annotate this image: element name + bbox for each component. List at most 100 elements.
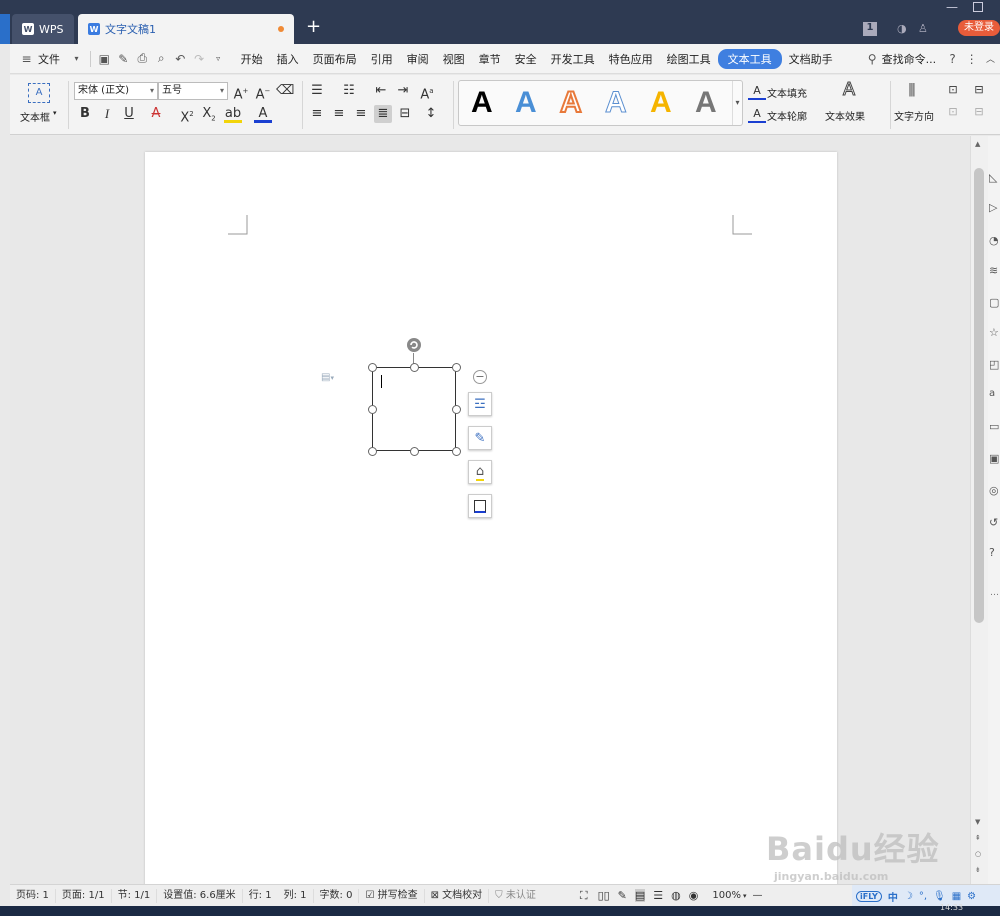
style-gray-gradient[interactable]: A <box>695 87 717 119</box>
sidebar-icon-2[interactable]: ▷ <box>989 201 997 214</box>
tab-document[interactable]: W 文字文稿1 <box>78 14 294 44</box>
align-center-icon[interactable]: ≡ <box>330 105 348 123</box>
microphone-icon[interactable]: 🎙 <box>933 891 946 902</box>
text-outline-button[interactable]: 文本轮廓 <box>767 108 807 123</box>
text-fill-button[interactable]: 文本填充 <box>767 85 807 100</box>
image-icon[interactable]: ▣ <box>989 452 999 465</box>
vertical-scrollbar[interactable]: ▲ ▼ ⇞ ○ ⇟ <box>970 136 988 884</box>
menu-item-references[interactable]: 引用 <box>364 51 400 67</box>
sidebar-icon-11[interactable]: ◎ <box>989 484 999 497</box>
sidebar-icon-5[interactable]: ▢ <box>989 296 999 309</box>
resize-handle-sw[interactable] <box>368 447 377 456</box>
shape-style-button[interactable]: ✎ <box>468 426 492 450</box>
text-effect-icon[interactable]: A <box>840 80 858 99</box>
hamburger-icon[interactable]: ≡ <box>20 52 33 66</box>
sidebar-icon-7[interactable]: ◰ <box>989 358 999 371</box>
text-fill-icon[interactable]: A <box>748 82 766 100</box>
menu-item-start[interactable]: 开始 <box>234 51 270 67</box>
print-preview-icon[interactable]: ⌕ <box>155 51 168 66</box>
next-page-icon[interactable]: ⇟ <box>975 866 981 874</box>
textbox-button[interactable]: 文本框 <box>20 109 50 124</box>
align-left-icon[interactable]: ≡ <box>308 105 326 123</box>
undo-icon[interactable]: ↶ <box>174 52 187 66</box>
shrink-font-icon[interactable]: A− <box>254 82 272 102</box>
page-indicator[interactable]: 1 <box>863 22 877 36</box>
strikethrough-icon[interactable]: A <box>147 105 165 123</box>
font-size-select[interactable]: 五号 ▾ <box>158 82 228 100</box>
highlight-icon[interactable]: ab <box>224 105 242 123</box>
sidebar-icon-4[interactable]: ≋ <box>989 264 998 277</box>
text-direction-icon[interactable]: ⫼ <box>903 81 921 99</box>
search-icon[interactable]: ⚲ <box>866 52 879 66</box>
more-icon[interactable]: ⋮ <box>965 52 978 66</box>
resize-handle-e[interactable] <box>452 405 461 414</box>
line-spacing-icon[interactable]: ↕ <box>422 105 440 123</box>
scroll-thumb[interactable] <box>974 168 984 623</box>
certification-status[interactable]: ⛉ 未认证 <box>489 889 542 903</box>
italic-icon[interactable]: I <box>98 105 116 123</box>
menu-item-insert[interactable]: 插入 <box>270 51 306 67</box>
menu-item-special[interactable]: 特色应用 <box>602 51 660 67</box>
quick-access-more-icon[interactable]: ▿ <box>212 52 225 66</box>
ime-chinese-mode[interactable]: 中 <box>888 889 898 904</box>
prev-page-icon[interactable]: ⇞ <box>975 834 981 842</box>
page-view-icon[interactable]: ▤ <box>634 889 646 902</box>
text-effect-button[interactable]: 文本效果 <box>825 108 865 123</box>
justify-icon[interactable]: ≣ <box>374 105 392 123</box>
zoom-dropdown-icon[interactable]: ▾ <box>743 892 747 900</box>
style-blue[interactable]: A <box>515 87 537 119</box>
login-button[interactable]: 未登录 <box>958 20 1000 36</box>
resize-handle-se[interactable] <box>452 447 461 456</box>
save-icon[interactable]: ▣ <box>98 52 111 66</box>
style-gold[interactable]: A <box>650 87 672 119</box>
rotate-handle-icon[interactable] <box>406 337 422 353</box>
menu-item-doc-assistant[interactable]: 文档助手 <box>782 51 840 67</box>
outline-button[interactable] <box>468 494 492 518</box>
skin-icon[interactable]: ◑ <box>897 22 907 36</box>
keyboard-icon[interactable]: ▦ <box>952 891 961 902</box>
web-view-icon[interactable]: ◍ <box>671 889 681 902</box>
align-top-icon[interactable]: ⊡ <box>944 81 962 99</box>
document-page[interactable]: ▤▾ − ☲ ✎ ⌂ <box>145 152 837 892</box>
align-bottom-icon[interactable]: ⊟ <box>970 81 988 99</box>
clear-format-icon[interactable]: ⌫ <box>276 82 294 100</box>
align-fit-icon[interactable]: ⊟ <box>970 103 988 121</box>
read-mode-icon[interactable]: ▯▯ <box>598 889 610 902</box>
collapse-ribbon-icon[interactable]: ︿ <box>984 52 997 66</box>
text-box[interactable] <box>372 367 456 451</box>
resize-handle-n[interactable] <box>410 363 419 372</box>
distributed-icon[interactable]: ⊟ <box>396 105 414 123</box>
help-circle-icon[interactable]: ? <box>989 546 995 559</box>
punctuation-icon[interactable]: °, <box>919 891 927 902</box>
style-blue-outline[interactable]: A <box>605 86 628 119</box>
resize-handle-s[interactable] <box>410 447 419 456</box>
chevron-down-icon[interactable]: ▾ <box>53 109 57 117</box>
resize-handle-nw[interactable] <box>368 363 377 372</box>
superscript-icon[interactable]: X2 <box>178 105 196 125</box>
numbered-list-icon[interactable]: ☷ <box>340 82 358 100</box>
scroll-up-icon[interactable]: ▲ <box>975 140 980 148</box>
moon-icon[interactable]: ☽ <box>904 891 913 902</box>
sidebar-icon-12[interactable]: ↺ <box>989 516 998 529</box>
sidebar-icon-3[interactable]: ◔ <box>989 234 999 247</box>
zoom-out-button[interactable]: — <box>753 890 763 901</box>
menu-item-developer[interactable]: 开发工具 <box>544 51 602 67</box>
bold-icon[interactable]: B <box>76 105 94 123</box>
menu-item-security[interactable]: 安全 <box>508 51 544 67</box>
grow-font-icon[interactable]: A+ <box>232 82 250 102</box>
zoom-level[interactable]: 100% <box>712 890 741 901</box>
sidebar-more-icon[interactable]: … <box>990 588 999 598</box>
print-icon[interactable]: ⎙ <box>136 51 149 66</box>
style-orange-outline[interactable]: A <box>559 86 583 120</box>
collapse-icon[interactable]: − <box>473 370 487 384</box>
redo-icon[interactable]: ↷ <box>193 52 206 66</box>
increase-indent-icon[interactable]: ⇥ <box>394 82 412 100</box>
scroll-down-icon[interactable]: ▼ <box>975 818 980 826</box>
text-outline-icon[interactable]: A <box>748 105 766 123</box>
ifly-logo-icon[interactable]: iFLY <box>856 890 882 902</box>
eye-protection-icon[interactable]: ◉ <box>689 889 699 902</box>
bullet-list-icon[interactable]: ☰ <box>308 82 326 100</box>
text-direction-button[interactable]: 文字方向 <box>894 108 934 123</box>
menu-item-view[interactable]: 视图 <box>436 51 472 67</box>
settings-gear-icon[interactable]: ⚙ <box>967 891 976 902</box>
